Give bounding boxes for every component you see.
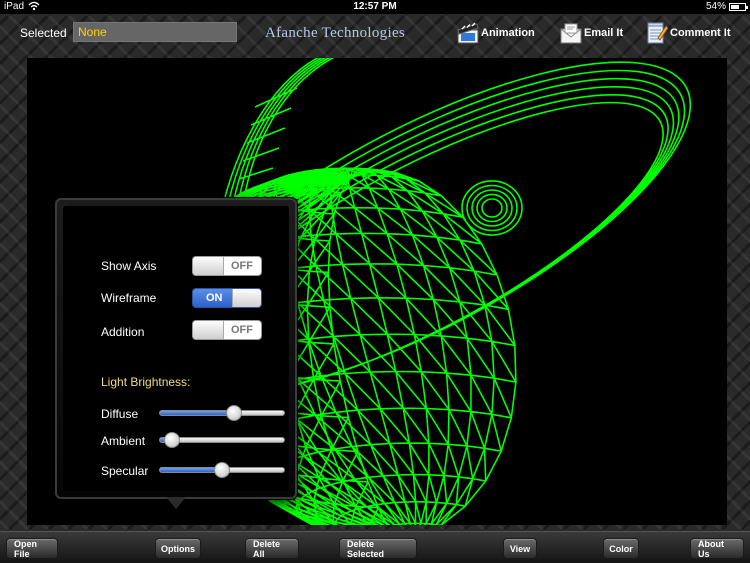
wireframe-toggle[interactable]: ON <box>192 288 262 308</box>
brand-title: Afanche Technologies <box>265 25 406 41</box>
options-panel: Show Axis OFF Wireframe ON Addition OFF … <box>63 206 289 491</box>
email-it-button[interactable]: Email It <box>560 20 623 46</box>
animation-button[interactable]: Animation <box>457 20 535 46</box>
options-popover: Show Axis OFF Wireframe ON Addition OFF … <box>55 198 297 499</box>
app-screen: iPad 12:57 PM 54% Selected None Afanche … <box>0 0 750 563</box>
selected-value-field: None <box>73 22 237 42</box>
wireframe-label: Wireframe <box>101 291 157 305</box>
email-it-button-label: Email It <box>584 27 624 39</box>
delete-all-button[interactable]: Delete All <box>245 538 299 559</box>
diffuse-label: Diffuse <box>101 407 139 421</box>
specular-slider[interactable] <box>159 462 285 478</box>
ambient-slider[interactable] <box>159 432 285 448</box>
envelope-icon <box>560 22 582 44</box>
battery-icon <box>729 3 748 11</box>
comment-it-button[interactable]: Comment It <box>646 20 731 46</box>
top-toolbar: Selected None Afanche Technologies Anima… <box>0 14 750 54</box>
show-axis-toggle[interactable]: OFF <box>192 256 262 276</box>
about-us-button[interactable]: About Us <box>690 538 744 559</box>
light-brightness-title: Light Brightness: <box>101 375 191 389</box>
addition-label: Addition <box>101 325 145 339</box>
popover-arrow <box>166 497 186 509</box>
delete-selected-button[interactable]: Delete Selected <box>339 538 417 559</box>
status-bar: iPad 12:57 PM 54% <box>0 0 750 14</box>
addition-state: OFF <box>231 324 253 336</box>
diffuse-slider-thumb[interactable] <box>226 405 243 421</box>
comment-it-button-label: Comment It <box>670 27 731 39</box>
view-button[interactable]: View <box>503 538 537 559</box>
specular-slider-thumb[interactable] <box>214 462 230 478</box>
bottom-toolbar: Open File Options Delete All Delete Sele… <box>0 531 750 563</box>
diffuse-slider[interactable] <box>159 405 285 421</box>
options-button[interactable]: Options <box>155 538 201 559</box>
open-file-button[interactable]: Open File <box>6 538 58 559</box>
addition-toggle[interactable]: OFF <box>192 320 262 340</box>
ambient-label: Ambient <box>101 434 146 448</box>
selected-label: Selected <box>20 26 67 40</box>
show-axis-state: OFF <box>231 260 253 272</box>
ambient-slider-thumb[interactable] <box>164 432 181 448</box>
battery-percent: 54% <box>705 1 726 12</box>
color-button[interactable]: Color <box>603 538 639 559</box>
wireframe-state: ON <box>206 292 223 304</box>
animation-button-label: Animation <box>481 27 535 39</box>
film-clapper-icon <box>457 22 479 44</box>
specular-label: Specular <box>101 464 149 478</box>
clock: 12:57 PM <box>353 1 397 12</box>
notepad-pencil-icon <box>646 22 668 44</box>
show-axis-label: Show Axis <box>101 259 157 273</box>
